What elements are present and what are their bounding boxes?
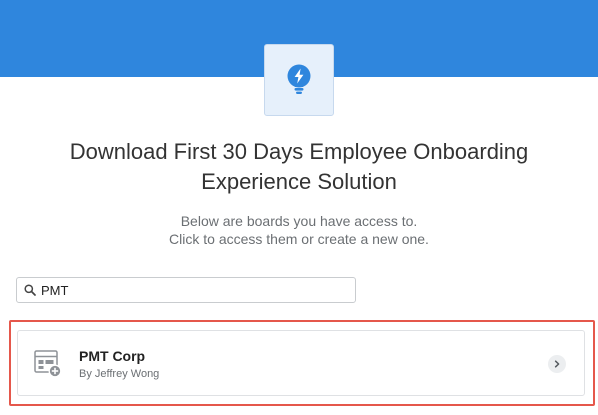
search-icon bbox=[24, 283, 38, 297]
solution-logo-tile bbox=[264, 44, 334, 116]
board-owner: By Jeffrey Wong bbox=[79, 368, 160, 380]
chevron-right-icon bbox=[554, 360, 560, 368]
board-card[interactable]: PMT Corp By Jeffrey Wong bbox=[17, 330, 585, 396]
page-subtitle: Below are boards you have access to. Cli… bbox=[20, 212, 578, 248]
subtitle-line-2: Click to access them or create a new one… bbox=[169, 231, 429, 247]
page-title: Download First 30 Days Employee Onboardi… bbox=[69, 139, 529, 194]
open-board-button[interactable] bbox=[548, 355, 566, 373]
subtitle-line-1: Below are boards you have access to. bbox=[180, 213, 418, 229]
page: Download First 30 Days Employee Onboardi… bbox=[0, 0, 598, 415]
board-add-icon bbox=[34, 350, 62, 378]
board-name: PMT Corp bbox=[79, 348, 146, 364]
search-box[interactable] bbox=[16, 277, 356, 303]
lightbulb-bolt-icon bbox=[287, 64, 311, 94]
search-input[interactable] bbox=[41, 279, 341, 301]
